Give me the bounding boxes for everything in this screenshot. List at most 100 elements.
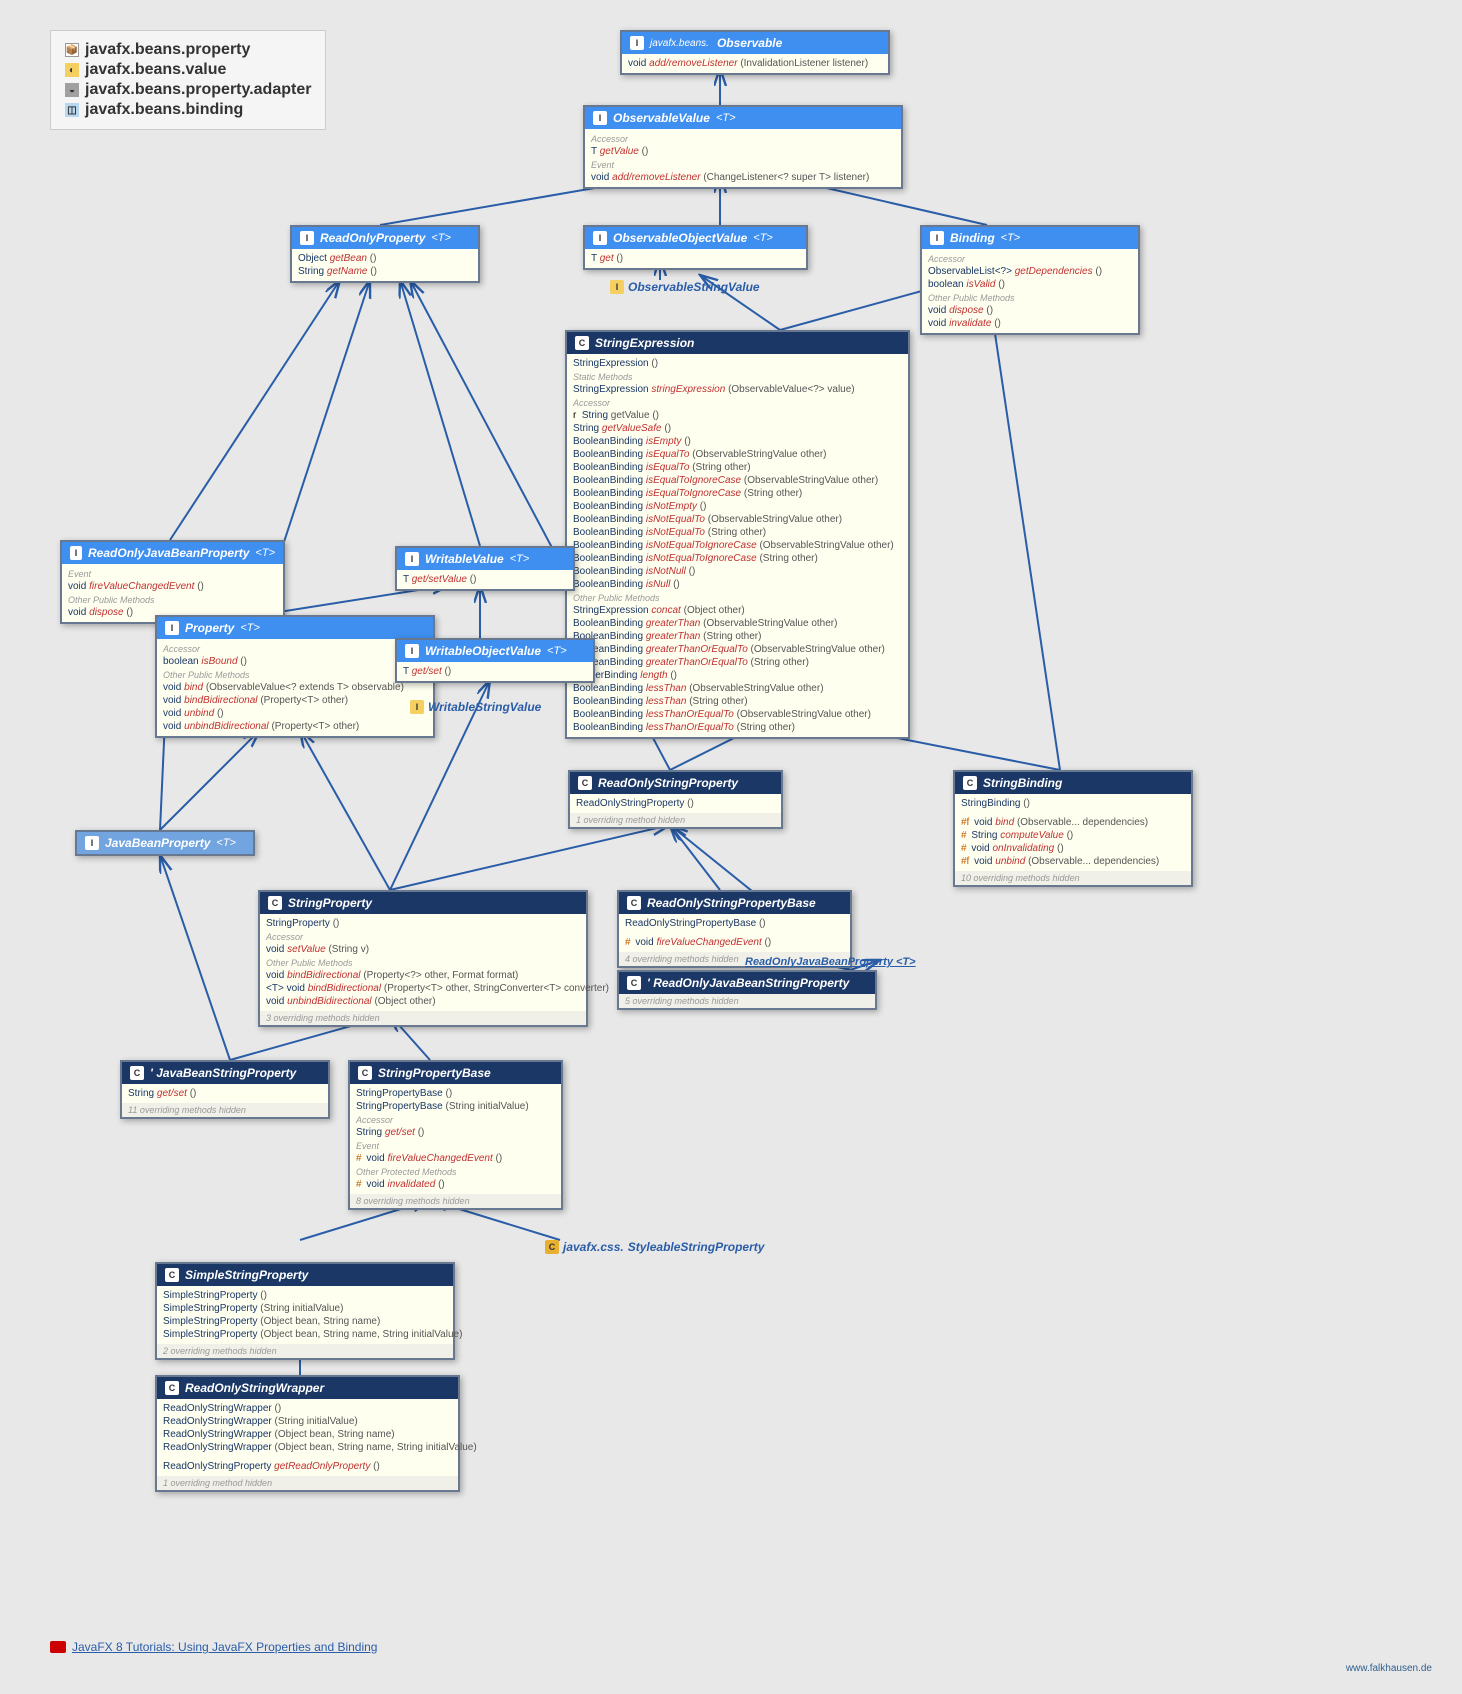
label-readonlyjavabeanproperty-link[interactable]: ReadOnlyJavaBeanProperty <T> xyxy=(745,956,916,968)
class-javabeanstringproperty[interactable]: C ' JavaBeanStringProperty String get/se… xyxy=(120,1060,330,1119)
method: T getValue () xyxy=(591,145,895,158)
class-title: C StringProperty xyxy=(260,892,586,914)
class-body: Accessor T getValue () Event void add/re… xyxy=(585,129,901,187)
class-writablevalue[interactable]: I WritableValue <T> T get/setValue () xyxy=(395,546,575,591)
class-title: I WritableObjectValue <T> xyxy=(397,640,593,662)
method: BooleanBinding isNull () xyxy=(573,578,902,591)
class-icon: C xyxy=(627,976,641,990)
class-icon: C xyxy=(358,1066,372,1080)
class-title: C ' JavaBeanStringProperty xyxy=(122,1062,328,1084)
legend-text: javafx.beans.property.adapter xyxy=(85,81,311,99)
class-body: String get/set () xyxy=(122,1084,328,1103)
method: boolean isValid () xyxy=(928,278,1132,291)
class-observable[interactable]: I javafx.beans. Observable void add/remo… xyxy=(620,30,890,75)
interface-icon: I xyxy=(85,836,99,850)
class-title: I javafx.beans. Observable xyxy=(622,32,888,54)
class-icon: C xyxy=(627,896,641,910)
class-readonlyjavabeanproperty[interactable]: I ReadOnlyJavaBeanProperty <T> Event voi… xyxy=(60,540,285,624)
class-title: C ReadOnlyStringWrapper xyxy=(157,1377,458,1399)
class-title: C ' ReadOnlyJavaBeanStringProperty xyxy=(619,972,875,994)
legend-box: 📦 javafx.beans.property ◐ javafx.beans.v… xyxy=(50,30,326,130)
class-stringexpression[interactable]: C StringExpression StringExpression () S… xyxy=(565,330,910,739)
class-body: StringBinding () #f void bind (Observabl… xyxy=(955,794,1191,871)
class-body: ReadOnlyStringProperty () xyxy=(570,794,781,813)
method: StringExpression stringExpression (Obser… xyxy=(573,383,902,396)
method: BooleanBinding lessThanOrEqualTo (Observ… xyxy=(573,708,902,721)
label-observablestringvalue[interactable]: I ObservableStringValue xyxy=(610,280,760,294)
class-simplestringproperty[interactable]: C SimpleStringProperty SimpleStringPrope… xyxy=(155,1262,455,1360)
method: BooleanBinding greaterThan (String other… xyxy=(573,630,902,643)
method: void bind (ObservableValue<? extends T> … xyxy=(163,681,427,694)
class-title: C ReadOnlyStringPropertyBase xyxy=(619,892,850,914)
class-observableobjectvalue[interactable]: I ObservableObjectValue <T> T get () xyxy=(583,225,808,270)
method: T get/set () xyxy=(403,665,587,678)
legend-text: javafx.beans.value xyxy=(85,61,226,79)
class-icon: C xyxy=(963,776,977,790)
constructor: ReadOnlyStringWrapper () xyxy=(163,1402,452,1415)
interface-icon: I xyxy=(165,621,179,635)
method: void dispose () xyxy=(928,304,1132,317)
constructor: SimpleStringProperty (Object bean, Strin… xyxy=(163,1328,447,1341)
method: void bindBidirectional (Property<T> othe… xyxy=(163,694,427,707)
package-icon: ◫ xyxy=(65,103,79,117)
method: # void invalidated () xyxy=(356,1178,555,1191)
method: # void fireValueChangedEvent () xyxy=(625,936,844,949)
class-stringproperty[interactable]: C StringProperty StringProperty () Acces… xyxy=(258,890,588,1027)
interface-icon: I xyxy=(630,36,644,50)
interface-icon: I xyxy=(593,231,607,245)
method: BooleanBinding isNotEmpty () xyxy=(573,500,902,513)
class-readonlyjavabeanstringproperty[interactable]: C ' ReadOnlyJavaBeanStringProperty 5 ove… xyxy=(617,970,877,1010)
class-icon: C xyxy=(165,1268,179,1282)
class-title: I ObservableValue <T> xyxy=(585,107,901,129)
class-title: I ReadOnlyJavaBeanProperty <T> xyxy=(62,542,283,564)
oracle-icon xyxy=(50,1641,66,1653)
method: void fireValueChangedEvent () xyxy=(68,580,277,593)
section-label: Static Methods xyxy=(573,372,902,382)
class-property[interactable]: I Property <T> Accessor boolean isBound … xyxy=(155,615,435,738)
class-stringbinding[interactable]: C StringBinding StringBinding () #f void… xyxy=(953,770,1193,887)
method: IntegerBinding length () xyxy=(573,669,902,682)
package-icon: 📦 xyxy=(65,43,79,57)
section-label: Event xyxy=(68,569,277,579)
legend-item: 📦 javafx.beans.property xyxy=(65,41,311,59)
legend-item: ◫ javafx.beans.binding xyxy=(65,101,311,119)
method: # void onInvalidating () xyxy=(961,842,1185,855)
hidden-note: 5 overriding methods hidden xyxy=(619,994,875,1008)
class-readonlystringwrapper[interactable]: C ReadOnlyStringWrapper ReadOnlyStringWr… xyxy=(155,1375,460,1492)
interface-icon: I xyxy=(300,231,314,245)
class-body: SimpleStringProperty () SimpleStringProp… xyxy=(157,1286,453,1344)
method: BooleanBinding lessThan (String other) xyxy=(573,695,902,708)
label-styleablestringproperty[interactable]: C javafx.css. StyleableStringProperty xyxy=(545,1240,764,1254)
class-title: I Binding <T> xyxy=(922,227,1138,249)
method: void unbind () xyxy=(163,707,427,720)
constructor: ReadOnlyStringWrapper (String initialVal… xyxy=(163,1415,452,1428)
class-observablevalue[interactable]: I ObservableValue <T> Accessor T getValu… xyxy=(583,105,903,189)
class-readonlystringproperty[interactable]: C ReadOnlyStringProperty ReadOnlyStringP… xyxy=(568,770,783,829)
section-label: Event xyxy=(356,1141,555,1151)
class-writableobjectvalue[interactable]: I WritableObjectValue <T> T get/set () xyxy=(395,638,595,683)
label-writablestringvalue[interactable]: I WritableStringValue xyxy=(410,700,541,714)
interface-icon: I xyxy=(593,111,607,125)
method: BooleanBinding isNotEqualTo (String othe… xyxy=(573,526,902,539)
hidden-note: 8 overriding methods hidden xyxy=(350,1194,561,1208)
method: void setValue (String v) xyxy=(266,943,580,956)
constructor: SimpleStringProperty () xyxy=(163,1289,447,1302)
class-body: T get/set () xyxy=(397,662,593,681)
tutorial-link[interactable]: JavaFX 8 Tutorials: Using JavaFX Propert… xyxy=(50,1640,377,1654)
class-javabeanproperty[interactable]: I JavaBeanProperty <T> xyxy=(75,830,255,856)
method: r String getValue () xyxy=(573,409,902,422)
hidden-note: 1 overriding method hidden xyxy=(570,813,781,827)
hidden-note: 11 overriding methods hidden xyxy=(122,1103,328,1117)
class-binding[interactable]: I Binding <T> Accessor ObservableList<?>… xyxy=(920,225,1140,335)
class-body: T get () xyxy=(585,249,806,268)
class-icon: C xyxy=(578,776,592,790)
method: BooleanBinding isEqualTo (String other) xyxy=(573,461,902,474)
hidden-note: 2 overriding methods hidden xyxy=(157,1344,453,1358)
class-title: I ReadOnlyProperty <T> xyxy=(292,227,478,249)
method: String getValueSafe () xyxy=(573,422,902,435)
class-readonlyproperty[interactable]: I ReadOnlyProperty <T> Object getBean ()… xyxy=(290,225,480,283)
class-stringpropertybase[interactable]: C StringPropertyBase StringPropertyBase … xyxy=(348,1060,563,1210)
package-icon: ◒ xyxy=(65,83,79,97)
class-icon: C xyxy=(130,1066,144,1080)
method: BooleanBinding isEqualToIgnoreCase (Stri… xyxy=(573,487,902,500)
